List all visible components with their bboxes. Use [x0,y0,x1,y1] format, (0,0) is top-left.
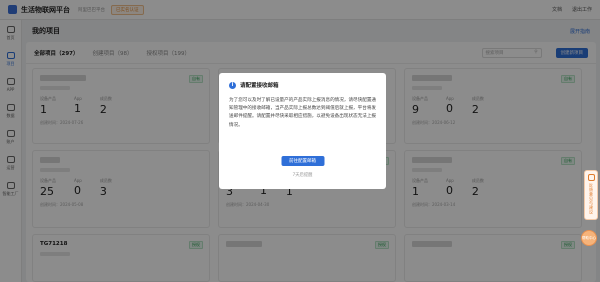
info-icon: i [229,81,236,89]
dialog-title: 请配置接收邮箱 [240,83,279,89]
dialog-header: i 请配置接收邮箱 [229,81,376,89]
feedback-button[interactable]: 反馈意见与建议 [584,170,598,220]
feedback-label: 反馈意见与建议 [589,183,594,215]
dialog-message: 为了您可以及时了解已设量产的产品实际上报消息的情况，请尽快配置通知管理中的接收邮… [229,98,377,128]
configure-email-button[interactable]: 前往配置邮箱 [281,156,324,166]
feedback-icon [587,174,595,181]
help-center-button[interactable]: 帮助中心 [581,230,597,246]
remind-later-link[interactable]: 7天后提醒 [219,172,386,178]
email-config-dialog: i 请配置接收邮箱 为了您可以及时了解已设量产的产品实际上报消息的情况，请尽快配… [219,73,386,189]
help-center-label: 帮助中心 [582,235,596,240]
